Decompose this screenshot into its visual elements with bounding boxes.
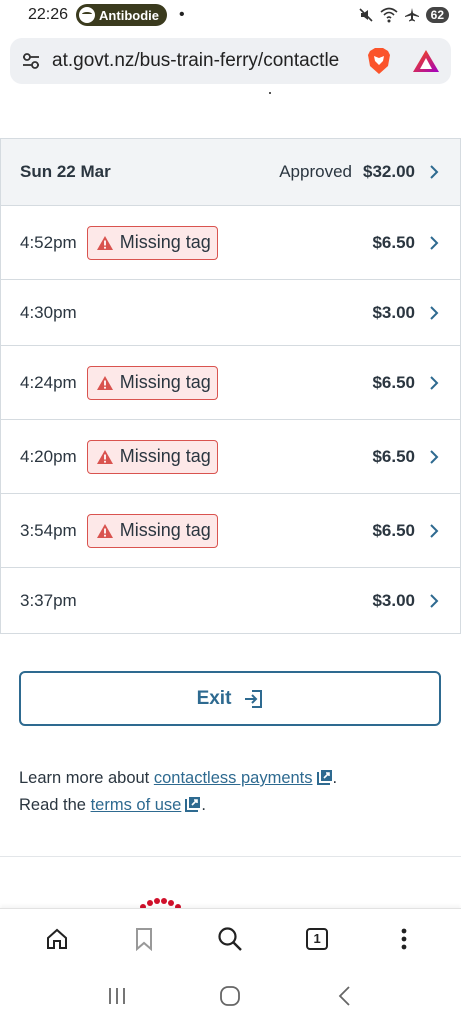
chevron-right-icon: [427, 523, 441, 538]
trip-row[interactable]: 4:24pm Missing tag $6.50: [1, 346, 460, 420]
tabs-icon[interactable]: 1: [297, 919, 337, 959]
chevron-right-icon: [427, 235, 441, 250]
missing-tag-label: Missing tag: [119, 372, 211, 392]
missing-tag-badge: Missing tag: [86, 513, 218, 548]
missing-tag-badge: Missing tag: [86, 365, 218, 400]
url-text[interactable]: at.govt.nz/bus-train-ferry/contactle: [52, 50, 355, 72]
contactless-payments-link[interactable]: contactless payments: [154, 769, 313, 787]
warning-icon: [96, 375, 114, 391]
trip-time: 3:37pm: [20, 590, 77, 610]
exit-icon: [243, 689, 263, 709]
home-nav-icon[interactable]: [210, 976, 250, 1016]
tab-count: 1: [306, 927, 329, 950]
chevron-right-icon: [427, 165, 441, 179]
spotify-icon: [79, 7, 96, 23]
footer-divider: [0, 856, 461, 857]
brave-shield-icon[interactable]: [365, 47, 393, 75]
warning-icon: [96, 235, 114, 251]
home-icon[interactable]: [37, 919, 77, 959]
spotify-notification[interactable]: Antibodie: [76, 4, 167, 26]
trip-fare: $6.50: [372, 520, 415, 540]
missing-tag-badge: Missing tag: [86, 439, 218, 474]
day-date: Sun 22 Mar: [20, 162, 111, 181]
recent-apps-icon[interactable]: [97, 976, 137, 1016]
terms-line: Read the terms of use.: [19, 796, 206, 814]
status-time: 22:26: [28, 6, 69, 23]
exit-button[interactable]: Exit: [19, 671, 441, 726]
wifi-icon: [380, 7, 398, 23]
trip-fare: $6.50: [372, 232, 415, 252]
scroll-artifact: [269, 92, 271, 94]
status-bar: 22:26 Antibodie • 62: [0, 0, 461, 30]
learn-more-line: Learn more about contactless payments.: [19, 769, 338, 787]
exit-button-label: Exit: [196, 687, 232, 709]
trip-fare: $6.50: [372, 372, 415, 392]
notification-app-label: Antibodie: [99, 7, 159, 23]
search-icon[interactable]: [210, 919, 250, 959]
trip-row[interactable]: 4:20pm Missing tag $6.50: [1, 420, 460, 494]
airplane-icon: [404, 8, 419, 22]
trip-row[interactable]: 4:30pm $3.00: [1, 280, 460, 346]
chevron-right-icon: [427, 375, 441, 390]
missing-tag-label: Missing tag: [119, 446, 211, 466]
status-dot: •: [178, 6, 185, 23]
trip-time: 3:54pm: [20, 520, 77, 540]
battery-icon: 62: [425, 7, 449, 23]
url-bar[interactable]: at.govt.nz/bus-train-ferry/contactle: [10, 38, 451, 84]
trip-row[interactable]: 3:54pm Missing tag $6.50: [1, 494, 460, 568]
external-link-icon: [316, 770, 332, 785]
missing-tag-label: Missing tag: [119, 232, 211, 252]
day-total: $32.00: [363, 162, 415, 181]
missing-tag-badge: Missing tag: [86, 225, 218, 260]
chevron-right-icon: [427, 449, 441, 464]
trip-fare: $3.00: [372, 302, 415, 322]
browser-toolbar: 1: [0, 908, 461, 968]
trip-row[interactable]: 3:37pm $3.00: [1, 568, 460, 634]
site-settings-icon[interactable]: [20, 50, 42, 72]
mute-icon: [359, 8, 373, 22]
day-header[interactable]: Sun 22 Mar Approved $32.00: [1, 139, 460, 206]
trip-time: 4:30pm: [20, 302, 77, 322]
menu-icon[interactable]: [384, 919, 424, 959]
missing-tag-label: Missing tag: [119, 520, 211, 540]
back-icon[interactable]: [324, 976, 364, 1016]
brave-rewards-icon[interactable]: [411, 46, 441, 76]
bookmark-icon[interactable]: [124, 919, 164, 959]
chevron-right-icon: [427, 593, 441, 608]
info-text: Learn more about contactless payments. R…: [19, 765, 449, 819]
external-link-icon: [185, 797, 201, 812]
day-status: Approved: [279, 162, 352, 181]
status-icons: 62: [358, 7, 449, 23]
trip-history: Sun 22 Mar Approved $32.00 4:52pm Missin…: [0, 138, 461, 634]
android-nav-bar: [0, 968, 461, 1024]
terms-of-use-link[interactable]: terms of use: [91, 796, 182, 814]
chevron-right-icon: [427, 305, 441, 320]
trip-row[interactable]: 4:52pm Missing tag $6.50: [1, 206, 460, 280]
trip-fare: $6.50: [372, 446, 415, 466]
warning-icon: [96, 449, 114, 465]
trip-time: 4:52pm: [20, 232, 77, 252]
warning-icon: [96, 523, 114, 539]
trip-time: 4:20pm: [20, 446, 77, 466]
trip-time: 4:24pm: [20, 372, 77, 392]
trip-fare: $3.00: [372, 590, 415, 610]
